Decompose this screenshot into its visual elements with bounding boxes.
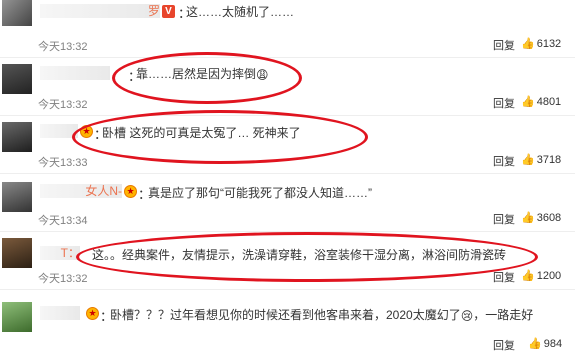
- username[interactable]: 女人N-: [40, 184, 122, 198]
- thumb-up-icon: 👍: [521, 270, 535, 282]
- thumb-up-icon: 👍: [521, 96, 535, 108]
- thumb-up-icon: 👍: [521, 38, 535, 50]
- avatar[interactable]: [2, 238, 32, 268]
- reply-button[interactable]: 回复: [493, 37, 515, 53]
- comment-text: 这。。经典案件，友情提示，洗澡请穿鞋，浴室装修干湿分离，淋浴间防滑瓷砖: [92, 248, 507, 262]
- like-count: 1200: [536, 270, 562, 282]
- reply-button[interactable]: 回复: [493, 269, 515, 285]
- like-count: 6132: [536, 38, 562, 50]
- username[interactable]: T：: [40, 246, 80, 260]
- comment-text: 这……太随机了……: [186, 5, 295, 19]
- like-button[interactable]: 👍 984: [528, 337, 562, 350]
- comment-item: 罗 V ： 这……太随机了…… 今天13:32 回复 👍 6132: [0, 0, 575, 58]
- username[interactable]: [40, 124, 78, 138]
- comment-item: ： 靠……居然是因为摔倒😩 今天13:32 回复 👍 4801: [0, 58, 575, 116]
- comment-text: 靠……居然是因为摔倒😩: [136, 67, 269, 82]
- username[interactable]: [40, 306, 80, 320]
- reply-button[interactable]: 回复: [493, 95, 515, 111]
- username[interactable]: 罗: [40, 4, 160, 18]
- timestamp: 今天13:32: [38, 41, 88, 53]
- reply-button[interactable]: 回复: [493, 211, 515, 227]
- comment-text: 卧槽？？？过年看想见你的时候还看到他客串来着，2020太魔幻了😢，一路走好: [110, 308, 534, 323]
- comment-text: 卧槽 这死的可真是太冤了… 死神来了: [102, 126, 301, 140]
- comment-item: T： 这。。经典案件，友情提示，洗澡请穿鞋，浴室装修干湿分离，淋浴间防滑瓷砖 今…: [0, 232, 575, 290]
- vip-icon: V: [162, 5, 175, 18]
- like-button[interactable]: 👍 4801: [521, 95, 561, 108]
- thumb-up-icon: 👍: [521, 154, 535, 166]
- thumb-up-icon: 👍: [521, 212, 535, 224]
- comment-item: ★ ： 卧槽？？？过年看想见你的时候还看到他客串来着，2020太魔幻了😢，一路走…: [0, 290, 575, 352]
- like-count: 3718: [536, 154, 562, 166]
- avatar[interactable]: [2, 64, 32, 94]
- timestamp: 今天13:33: [38, 157, 88, 169]
- like-button[interactable]: 👍 1200: [521, 269, 561, 282]
- like-button[interactable]: 👍 6132: [521, 37, 561, 50]
- weary-emoji-icon: 😩: [256, 67, 269, 82]
- thumb-up-icon: 👍: [528, 338, 542, 350]
- like-button[interactable]: 👍 3718: [521, 153, 561, 166]
- timestamp: 今天13:32: [38, 99, 88, 111]
- like-count: 4801: [536, 96, 562, 108]
- avatar[interactable]: [2, 302, 32, 332]
- reply-button[interactable]: 回复: [493, 337, 515, 353]
- medal-icon: ★: [86, 307, 99, 320]
- crying-emoji-icon: 😢: [460, 308, 474, 323]
- like-button[interactable]: 👍 3608: [521, 211, 561, 224]
- avatar[interactable]: [2, 122, 32, 152]
- timestamp: 今天13:34: [38, 215, 88, 227]
- like-count: 984: [543, 338, 563, 350]
- username[interactable]: [40, 66, 110, 80]
- comment-item: ★ ： 卧槽 这死的可真是太冤了… 死神来了 今天13:33 回复 👍 3718: [0, 116, 575, 174]
- timestamp: 今天13:32: [38, 273, 88, 285]
- medal-icon: ★: [124, 185, 137, 198]
- comment-text: 真是应了那句“可能我死了都没人知道……”: [148, 186, 372, 200]
- medal-icon: ★: [80, 125, 93, 138]
- reply-button[interactable]: 回复: [493, 153, 515, 169]
- like-count: 3608: [536, 212, 562, 224]
- comment-item: 女人N- ★ ： 真是应了那句“可能我死了都没人知道……” 今天13:34 回复…: [0, 174, 575, 232]
- avatar[interactable]: [2, 182, 32, 212]
- avatar[interactable]: [2, 0, 32, 26]
